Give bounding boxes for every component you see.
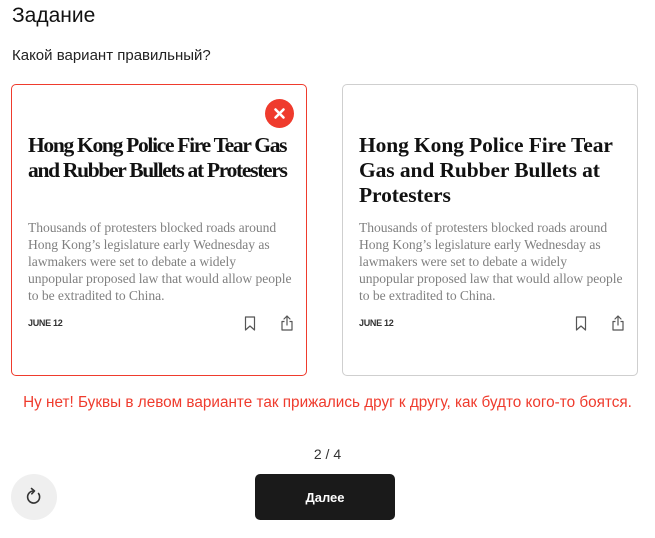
retry-button[interactable] (11, 474, 57, 520)
refresh-icon (26, 487, 41, 504)
article-headline: Hong Kong Police Fire Tear Gas and Rubbe… (28, 133, 288, 182)
feedback-message: Ну нет! Буквы в левом варианте так прижа… (23, 394, 632, 411)
option-card-left[interactable]: Hong Kong Police Fire Tear Gas and Rubbe… (11, 84, 307, 376)
article-body: Thousands of protesters blocked roads ar… (28, 220, 292, 303)
share-icon (281, 315, 293, 331)
article-date: JUNE 12 (28, 318, 63, 328)
article-date: JUNE 12 (359, 318, 394, 328)
question-text: Какой вариант правильный? (12, 47, 211, 64)
bookmark-icon (244, 316, 256, 331)
article-body: Thousands of protesters blocked roads ar… (359, 220, 623, 303)
option-card-right[interactable]: Hong Kong Police Fire Tear Gas and Rubbe… (342, 84, 638, 376)
article-headline: Hong Kong Police Fire Tear Gas and Rubbe… (359, 133, 613, 207)
page-title: Задание (12, 4, 96, 27)
bookmark-icon (575, 316, 587, 331)
next-button[interactable]: Далее (255, 474, 395, 520)
share-icon (612, 315, 624, 331)
close-icon (274, 108, 285, 119)
wrong-answer-badge (265, 99, 294, 128)
progress-indicator: 2 / 4 (313, 446, 342, 462)
